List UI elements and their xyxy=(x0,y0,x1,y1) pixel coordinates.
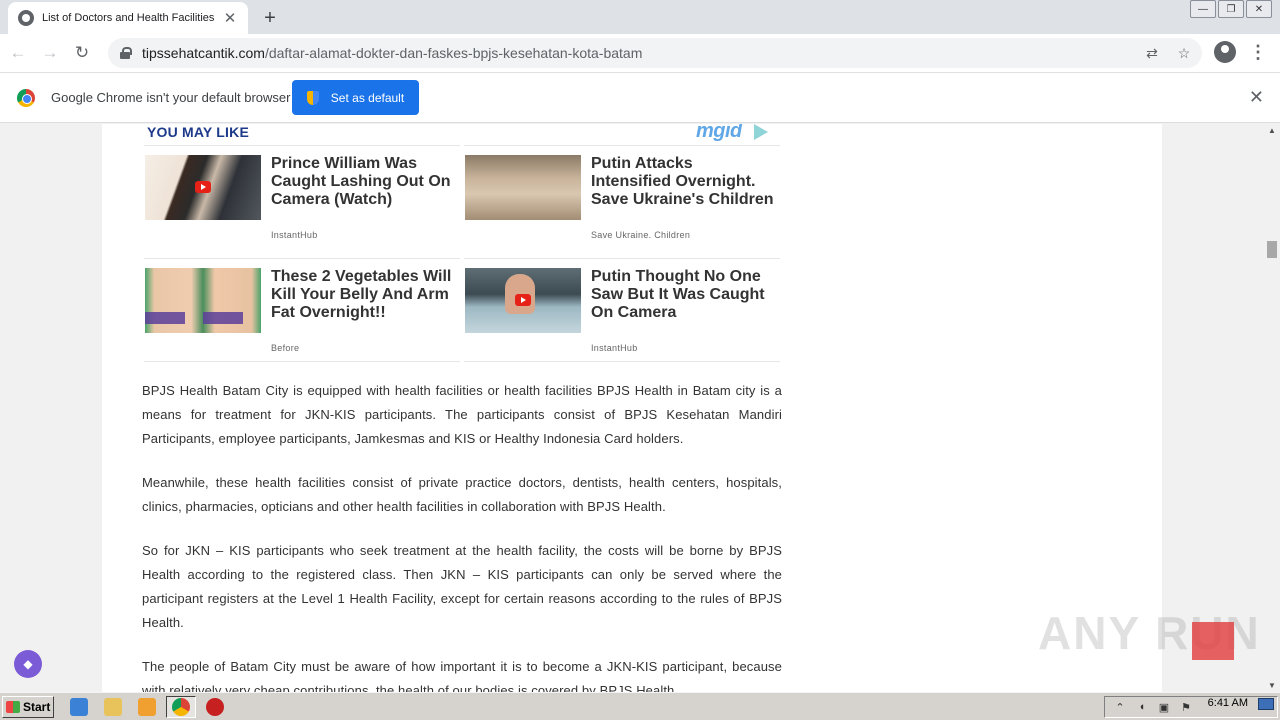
ad-source: InstantHub xyxy=(591,343,638,353)
bookmark-star-icon[interactable]: ☆ xyxy=(1174,43,1194,63)
infobar-close-icon[interactable]: ✕ xyxy=(1249,87,1264,108)
ad-source: Save Ukraine. Children xyxy=(591,230,691,240)
article-paragraph: Meanwhile, these health facilities consi… xyxy=(142,475,782,514)
mgid-play-icon xyxy=(754,124,768,140)
ad-card[interactable]: Putin Thought No One Saw But It Was Caug… xyxy=(464,258,780,362)
taskbar-clock[interactable]: 6:41 AM xyxy=(1208,697,1248,709)
start-button[interactable]: Start xyxy=(2,696,54,718)
chrome-icon[interactable] xyxy=(172,698,190,716)
ad-thumbnail[interactable] xyxy=(465,268,581,333)
default-browser-infobar: Google Chrome isn't your default browser… xyxy=(0,72,1280,123)
lock-icon[interactable] xyxy=(120,47,132,59)
ad-title[interactable]: Putin Attacks Intensified Overnight. Sav… xyxy=(591,155,777,209)
ad-thumbnail[interactable] xyxy=(145,268,261,333)
ad-thumbnail[interactable] xyxy=(465,155,581,220)
tab-title: List of Doctors and Health Facilities B xyxy=(42,12,216,24)
watermark-accent xyxy=(1192,622,1234,660)
content-column: YOU MAY LIKE mgid Prince William Was Cau… xyxy=(102,124,1162,692)
ie-icon[interactable] xyxy=(70,698,88,716)
ad-source: InstantHub xyxy=(271,230,318,240)
ad-title[interactable]: Prince William Was Caught Lashing Out On… xyxy=(271,155,457,209)
mgid-logo[interactable]: mgid xyxy=(696,124,742,143)
ad-card[interactable]: Putin Attacks Intensified Overnight. Sav… xyxy=(464,145,780,249)
new-tab-button[interactable]: + xyxy=(258,6,282,30)
set-default-button[interactable]: Set as default xyxy=(292,80,419,115)
ad-title[interactable]: Putin Thought No One Saw But It Was Caug… xyxy=(591,268,777,322)
reload-button[interactable]: ↻ xyxy=(68,39,96,67)
opera-icon[interactable] xyxy=(206,698,224,716)
forward-button[interactable]: → xyxy=(36,39,64,67)
floating-action-icon[interactable]: ◆ xyxy=(14,650,42,678)
window-controls: — ❐ ✕ xyxy=(1188,0,1272,18)
article-paragraph: BPJS Health Batam City is equipped with … xyxy=(142,383,782,446)
profile-avatar-icon[interactable] xyxy=(1214,41,1236,63)
ad-card[interactable]: Prince William Was Caught Lashing Out On… xyxy=(144,145,460,249)
article-paragraph: The people of Batam City must be aware o… xyxy=(142,659,782,692)
url-path: /daftar-alamat-dokter-dan-faskes-bpjs-ke… xyxy=(264,45,643,61)
article-paragraph: So for JKN – KIS participants who seek t… xyxy=(142,543,782,630)
start-label: Start xyxy=(23,700,51,714)
chrome-menu-icon[interactable]: ⋮ xyxy=(1249,40,1267,64)
volume-icon[interactable]: ◖ xyxy=(1135,700,1149,714)
page-scrollbar[interactable]: ▲ ▼ xyxy=(1264,124,1280,692)
url-host: tipssehatcantik.com xyxy=(142,45,265,61)
media-player-icon[interactable] xyxy=(138,698,156,716)
ad-thumbnail[interactable] xyxy=(145,155,261,220)
you-may-like-heading: YOU MAY LIKE xyxy=(147,124,249,140)
video-play-icon xyxy=(195,181,211,193)
scroll-thumb[interactable] xyxy=(1267,241,1277,258)
windows-taskbar: Start ⌃ ◖ ▣ ⚑ 6:41 AM xyxy=(0,692,1280,720)
close-window-button[interactable]: ✕ xyxy=(1246,0,1272,18)
minimize-button[interactable]: — xyxy=(1190,0,1216,18)
tray-expand-icon[interactable]: ⌃ xyxy=(1113,700,1127,714)
translate-icon[interactable]: ⇄ xyxy=(1142,43,1162,63)
scroll-down-icon[interactable]: ▼ xyxy=(1268,681,1276,690)
ad-source: Before xyxy=(271,343,300,353)
browser-toolbar: ← → ↻ tipssehatcantik.com/daftar-alamat-… xyxy=(0,34,1280,72)
shield-icon xyxy=(306,90,319,105)
ad-title[interactable]: These 2 Vegetables Will Kill Your Belly … xyxy=(271,268,457,322)
show-desktop-icon[interactable] xyxy=(1258,698,1274,710)
ad-card[interactable]: These 2 Vegetables Will Kill Your Belly … xyxy=(144,258,460,362)
restore-button[interactable]: ❐ xyxy=(1218,0,1244,18)
scroll-up-icon[interactable]: ▲ xyxy=(1268,126,1276,135)
windows-logo-icon xyxy=(6,701,20,713)
action-center-flag-icon[interactable]: ⚑ xyxy=(1179,700,1193,714)
system-tray: ⌃ ◖ ▣ ⚑ xyxy=(1104,696,1278,718)
video-play-icon xyxy=(515,294,531,306)
infobar-message: Google Chrome isn't your default browser xyxy=(51,90,291,105)
back-button[interactable]: ← xyxy=(4,39,32,67)
explorer-folder-icon[interactable] xyxy=(104,698,122,716)
set-default-label: Set as default xyxy=(330,90,405,105)
chrome-logo-icon xyxy=(17,88,35,107)
browser-tab[interactable]: List of Doctors and Health Facilities B … xyxy=(8,2,248,34)
title-bar: List of Doctors and Health Facilities B … xyxy=(0,0,1280,34)
address-bar[interactable]: tipssehatcantik.com/daftar-alamat-dokter… xyxy=(108,38,1202,68)
globe-icon xyxy=(18,10,34,26)
tab-close-icon[interactable]: ✕ xyxy=(222,10,238,27)
network-icon[interactable]: ▣ xyxy=(1157,700,1171,714)
